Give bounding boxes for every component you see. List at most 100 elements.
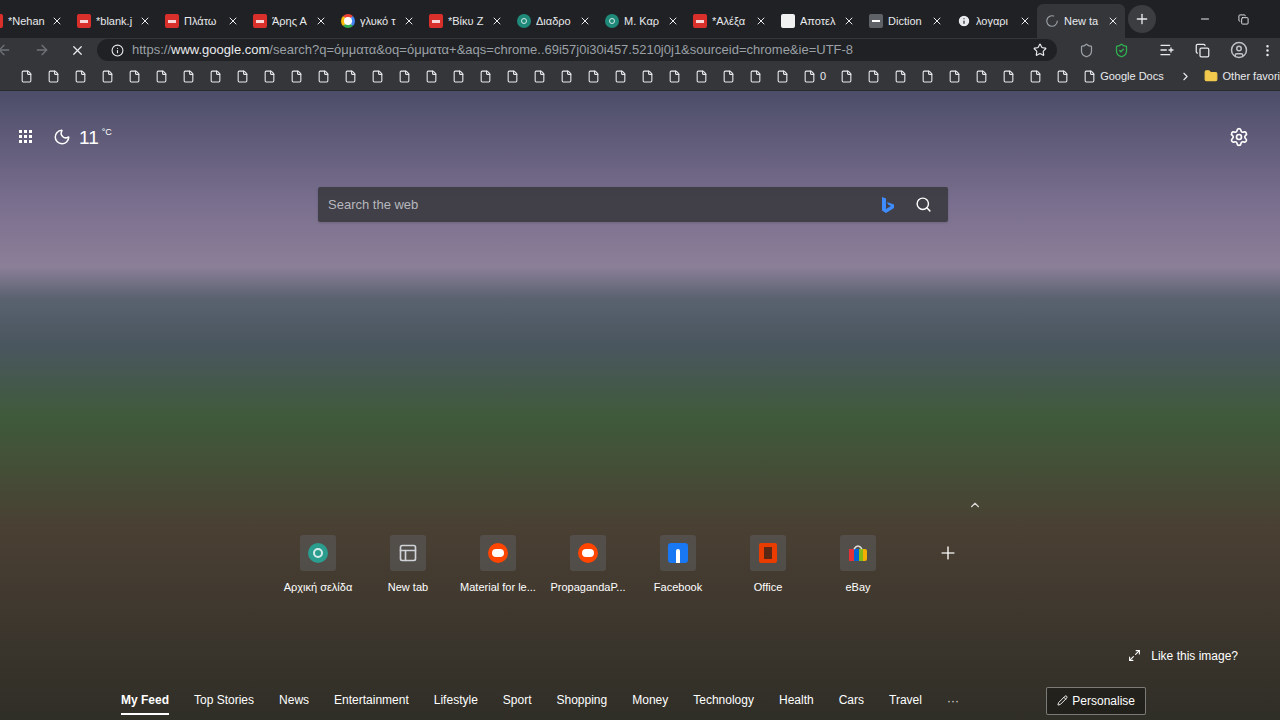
quick-link-tile[interactable]: New tab <box>363 535 453 596</box>
search-box[interactable]: Search the web <box>318 187 948 222</box>
close-tab-icon[interactable] <box>1107 15 1119 27</box>
close-tab-icon[interactable] <box>755 15 767 27</box>
bookmark[interactable]: Google Docs <box>1076 65 1171 87</box>
browser-tab[interactable]: Diction <box>861 4 949 38</box>
close-tab-icon[interactable] <box>579 15 591 27</box>
bookmark[interactable] <box>310 65 337 87</box>
browser-tab[interactable]: Αποτελ <box>773 4 861 38</box>
bookmark-star-icon[interactable] <box>1033 43 1047 57</box>
reading-list-icon[interactable] <box>1159 42 1175 58</box>
feed-tab[interactable]: Sport <box>503 687 532 715</box>
feed-tab[interactable]: Technology <box>693 687 754 715</box>
browser-tab[interactable]: *blank.j <box>69 4 157 38</box>
bookmark[interactable] <box>283 65 310 87</box>
quick-link-tile[interactable]: Material for le... <box>453 535 543 596</box>
close-tab-icon[interactable] <box>931 15 943 27</box>
bookmark[interactable] <box>715 65 742 87</box>
feed-tab[interactable]: News <box>279 687 309 715</box>
browser-tab[interactable]: Άρης Α <box>245 4 333 38</box>
personalise-button[interactable]: Personalise <box>1046 687 1146 715</box>
feed-tab[interactable]: Lifestyle <box>434 687 478 715</box>
bookmark[interactable] <box>229 65 256 87</box>
close-tab-icon[interactable] <box>843 15 855 27</box>
bookmark[interactable] <box>67 65 94 87</box>
more-bookmarks-icon[interactable] <box>1179 70 1192 83</box>
restore-button[interactable] <box>1224 0 1262 38</box>
browser-tab[interactable]: *Αλέξα <box>685 4 773 38</box>
browser-tab[interactable]: λογαρι <box>949 4 1037 38</box>
bookmark[interactable] <box>887 65 914 87</box>
close-tab-icon[interactable] <box>491 15 503 27</box>
search-icon[interactable] <box>915 196 932 213</box>
bookmark[interactable] <box>769 65 796 87</box>
close-tab-icon[interactable] <box>51 15 63 27</box>
bookmark[interactable] <box>661 65 688 87</box>
like-image-link[interactable]: Like this image? <box>1128 647 1238 665</box>
bookmark[interactable] <box>1022 65 1049 87</box>
bookmark[interactable] <box>833 65 860 87</box>
menu-icon[interactable] <box>1260 43 1275 58</box>
browser-tab[interactable]: *Βίκυ Ζ <box>421 4 509 38</box>
bookmark[interactable] <box>121 65 148 87</box>
quick-link-tile[interactable]: Αρχική σελίδα <box>273 535 363 596</box>
settings-gear-icon[interactable] <box>1229 127 1249 147</box>
bookmark[interactable]: 0 <box>796 65 833 87</box>
feed-tab[interactable]: Top Stories <box>194 687 254 715</box>
extension-check-icon[interactable] <box>1114 43 1129 58</box>
bookmark[interactable] <box>148 65 175 87</box>
quick-link-tile[interactable]: Facebook <box>633 535 723 596</box>
quick-link-tile[interactable]: eBay <box>813 535 903 596</box>
bookmark[interactable] <box>472 65 499 87</box>
bookmark[interactable] <box>13 65 40 87</box>
quick-link-tile[interactable]: PropagandaP... <box>543 535 633 596</box>
collections-icon[interactable] <box>1195 43 1210 58</box>
feed-tab[interactable]: My Feed <box>121 687 169 715</box>
minimize-button[interactable] <box>1186 0 1224 38</box>
bookmark[interactable] <box>914 65 941 87</box>
bookmark[interactable] <box>580 65 607 87</box>
browser-tab[interactable]: γλυκό τ <box>333 4 421 38</box>
browser-tab[interactable]: Διαδρο <box>509 4 597 38</box>
close-tab-icon[interactable] <box>139 15 151 27</box>
bookmark[interactable] <box>526 65 553 87</box>
bookmark[interactable] <box>364 65 391 87</box>
address-bar[interactable]: https://www.google.com/search?q=όμματα&o… <box>97 39 1057 61</box>
collapse-icon[interactable] <box>968 498 982 512</box>
bookmark[interactable] <box>968 65 995 87</box>
apps-icon[interactable] <box>19 130 33 144</box>
bookmark[interactable] <box>40 65 67 87</box>
feed-tab[interactable]: Cars <box>839 687 864 715</box>
weather[interactable]: 11°C <box>79 128 112 147</box>
feed-tab[interactable]: Money <box>632 687 668 715</box>
bing-icon[interactable] <box>881 196 895 214</box>
feed-tab[interactable]: Entertainment <box>334 687 409 715</box>
bookmark[interactable] <box>1049 65 1076 87</box>
forward-icon[interactable] <box>34 42 50 58</box>
bookmark[interactable] <box>418 65 445 87</box>
other-favourites[interactable]: Other favori <box>1204 68 1280 85</box>
site-info-icon[interactable] <box>111 44 124 57</box>
profile-icon[interactable] <box>1230 41 1248 59</box>
bookmark[interactable] <box>995 65 1022 87</box>
feed-tab[interactable]: Health <box>779 687 814 715</box>
browser-tab[interactable]: New ta <box>1037 4 1125 38</box>
close-tab-icon[interactable] <box>315 15 327 27</box>
bookmark[interactable] <box>860 65 887 87</box>
bookmark[interactable] <box>256 65 283 87</box>
bookmark[interactable] <box>941 65 968 87</box>
extension-shield-icon[interactable] <box>1079 43 1094 58</box>
bookmark[interactable] <box>445 65 472 87</box>
close-tab-icon[interactable] <box>403 15 415 27</box>
back-icon[interactable] <box>0 42 12 58</box>
bookmark[interactable] <box>175 65 202 87</box>
bookmark[interactable] <box>391 65 418 87</box>
close-tab-icon[interactable] <box>227 15 239 27</box>
bookmark[interactable] <box>553 65 580 87</box>
bookmark[interactable] <box>499 65 526 87</box>
bookmark[interactable] <box>607 65 634 87</box>
bookmark[interactable] <box>634 65 661 87</box>
feed-tab[interactable]: Travel <box>889 687 922 715</box>
close-tab-icon[interactable] <box>1019 15 1031 27</box>
more-feeds[interactable]: ··· <box>947 692 959 710</box>
browser-tab[interactable]: Πλάτω <box>157 4 245 38</box>
